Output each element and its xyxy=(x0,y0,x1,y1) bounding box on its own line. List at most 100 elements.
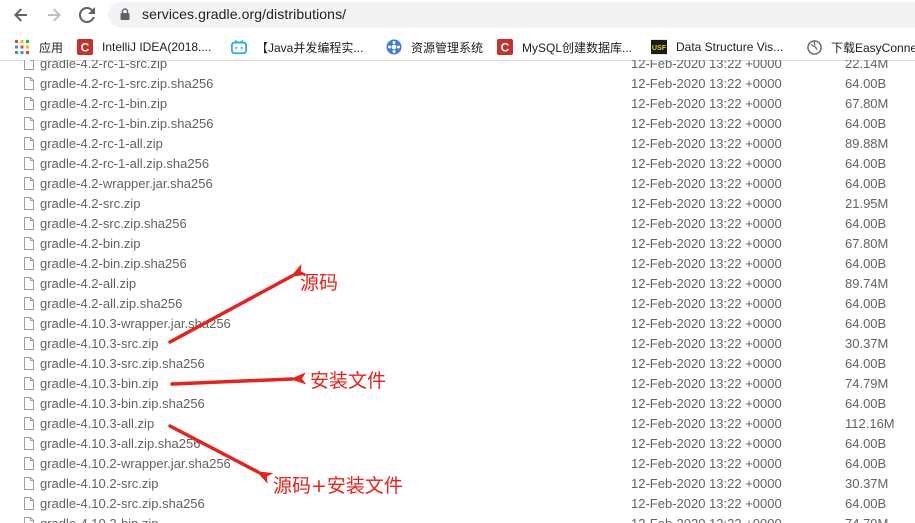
red-c-icon: C xyxy=(77,39,93,55)
file-size: 89.88M xyxy=(845,136,889,151)
file-link[interactable]: gradle-4.2-all.zip xyxy=(40,276,136,291)
file-icon xyxy=(24,177,34,190)
bookmark-easyconnect[interactable]: 下载EasyConne xyxy=(806,38,915,56)
file-icon xyxy=(24,457,34,470)
file-row: gradle-4.10.2-bin.zip 12-Feb-2020 13:22 +… xyxy=(0,514,915,523)
address-bar[interactable]: services.gradle.org/distributions/ xyxy=(108,2,915,28)
file-link[interactable]: gradle-4.10.3-all.zip xyxy=(40,416,154,431)
file-icon xyxy=(24,437,34,450)
file-link[interactable]: gradle-4.2-rc-1-bin.zip.sha256 xyxy=(40,116,213,131)
file-link[interactable]: gradle-4.2-all.zip.sha256 xyxy=(40,296,182,311)
file-link[interactable]: gradle-4.10.3-all.zip.sha256 xyxy=(40,436,200,451)
bookmark-intellij[interactable]: C IntelliJ IDEA(2018.... xyxy=(77,38,211,56)
file-link[interactable]: gradle-4.10.3-src.zip.sha256 xyxy=(40,356,205,371)
file-icon xyxy=(24,397,34,410)
file-size: 30.37M xyxy=(845,336,889,351)
bookmark-data-structure-vis[interactable]: USF Data Structure Vis... xyxy=(651,38,783,56)
file-date: 12-Feb-2020 13:22 +0000 xyxy=(631,116,782,131)
file-link[interactable]: gradle-4.10.2-src.zip.sha256 xyxy=(40,496,205,511)
file-link[interactable]: gradle-4.10.3-bin.zip xyxy=(40,376,159,391)
back-arrow-icon[interactable] xyxy=(10,4,32,26)
bookmark-apps[interactable]: 应用 xyxy=(14,38,63,56)
bookmark-label: 应用 xyxy=(39,40,64,55)
file-link[interactable]: gradle-4.10.2-src.zip xyxy=(40,476,159,491)
file-link[interactable]: gradle-4.2-rc-1-src.zip.sha256 xyxy=(40,76,213,91)
file-link[interactable]: gradle-4.2-bin.zip xyxy=(40,236,140,251)
file-size: 64.00B xyxy=(845,456,887,471)
file-date: 12-Feb-2020 13:22 +0000 xyxy=(631,196,782,211)
file-size: 64.00B xyxy=(845,176,887,191)
file-link[interactable]: gradle-4.2-rc-1-all.zip xyxy=(40,136,163,151)
bilibili-icon xyxy=(231,39,247,55)
file-row: gradle-4.10.3-wrapper.jar.sha256 12-Feb-2… xyxy=(0,314,915,334)
file-date: 12-Feb-2020 13:22 +0000 xyxy=(631,376,782,391)
file-size: 64.00B xyxy=(845,116,887,131)
file-link[interactable]: gradle-4.10.2-wrapper.jar.sha256 xyxy=(40,456,231,471)
svg-text:C: C xyxy=(501,41,510,55)
red-c-icon: C xyxy=(497,39,513,55)
file-link[interactable]: gradle-4.2-rc-1-all.zip.sha256 xyxy=(40,156,209,171)
file-icon xyxy=(24,377,34,390)
file-row: gradle-4.10.2-wrapper.jar.sha256 12-Feb-2… xyxy=(0,454,915,474)
file-size: 64.00B xyxy=(845,156,887,171)
bookmark-resource-system[interactable]: 资源管理系统 xyxy=(386,38,483,56)
file-row: gradle-4.2-wrapper.jar.sha256 12-Feb-2020… xyxy=(0,174,915,194)
reload-icon[interactable] xyxy=(76,4,98,26)
file-link[interactable]: gradle-4.10.3-wrapper.jar.sha256 xyxy=(40,316,231,331)
file-date: 12-Feb-2020 13:22 +0000 xyxy=(631,416,782,431)
file-size: 67.80M xyxy=(845,236,889,251)
file-date: 12-Feb-2020 13:22 +0000 xyxy=(631,296,782,311)
file-date: 12-Feb-2020 13:22 +0000 xyxy=(631,336,782,351)
annotation-source-label: 源码 xyxy=(300,272,339,294)
file-date: 12-Feb-2020 13:22 +0000 xyxy=(631,316,782,331)
file-link[interactable]: gradle-4.2-rc-1-src.zip xyxy=(40,60,167,71)
file-size: 22.14M xyxy=(845,60,889,71)
file-row: gradle-4.2-src.zip.sha256 12-Feb-2020 13:… xyxy=(0,214,915,234)
file-link[interactable]: gradle-4.2-wrapper.jar.sha256 xyxy=(40,176,213,191)
file-link[interactable]: gradle-4.10.3-bin.zip.sha256 xyxy=(40,396,205,411)
bookmarks-bar: 应用 C IntelliJ IDEA(2018.... 【Java并发编程实..… xyxy=(0,32,915,61)
file-date: 12-Feb-2020 13:22 +0000 xyxy=(631,236,782,251)
file-row: gradle-4.2-rc-1-bin.zip.sha256 12-Feb-202… xyxy=(0,114,915,134)
file-date: 12-Feb-2020 13:22 +0000 xyxy=(631,396,782,411)
annotation-source-install-label: 源码+安装文件 xyxy=(273,475,403,497)
file-link[interactable]: gradle-4.10.2-bin.zip xyxy=(40,516,159,523)
bookmark-label: Data Structure Vis... xyxy=(676,40,784,54)
forward-arrow-icon[interactable] xyxy=(43,4,65,26)
file-link[interactable]: gradle-4.2-bin.zip.sha256 xyxy=(40,256,187,271)
file-size: 64.00B xyxy=(845,76,887,91)
file-icon xyxy=(24,217,34,230)
file-icon xyxy=(24,77,34,90)
file-link[interactable]: gradle-4.2-src.zip.sha256 xyxy=(40,216,187,231)
svg-text:C: C xyxy=(81,41,90,55)
file-link[interactable]: gradle-4.10.3-src.zip xyxy=(40,336,159,351)
bookmark-label: 下载EasyConne xyxy=(831,40,915,55)
file-date: 12-Feb-2020 13:22 +0000 xyxy=(631,476,782,491)
file-size: 21.95M xyxy=(845,196,889,211)
file-link[interactable]: gradle-4.2-rc-1-bin.zip xyxy=(40,96,167,111)
file-link[interactable]: gradle-4.2-src.zip xyxy=(40,196,140,211)
file-row: gradle-4.10.3-all.zip 12-Feb-2020 13:22 +… xyxy=(0,414,915,434)
url-text[interactable]: services.gradle.org/distributions/ xyxy=(142,6,346,22)
file-icon xyxy=(24,477,34,490)
bookmark-mysql[interactable]: C MySQL创建数据库... xyxy=(497,38,632,56)
file-date: 12-Feb-2020 13:22 +0000 xyxy=(631,496,782,511)
file-icon xyxy=(24,137,34,150)
file-date: 12-Feb-2020 13:22 +0000 xyxy=(631,456,782,471)
bookmark-java-concurrency[interactable]: 【Java并发编程实... xyxy=(231,38,363,56)
file-size: 64.00B xyxy=(845,396,887,411)
file-icon xyxy=(24,337,34,350)
file-icon xyxy=(24,297,34,310)
lock-icon xyxy=(120,8,130,20)
file-row: gradle-4.10.3-bin.zip 12-Feb-2020 13:22 +… xyxy=(0,374,915,394)
file-row: gradle-4.2-rc-1-all.zip 12-Feb-2020 13:22… xyxy=(0,134,915,154)
file-date: 12-Feb-2020 13:22 +0000 xyxy=(631,176,782,191)
file-row: gradle-4.2-bin.zip.sha256 12-Feb-2020 13:… xyxy=(0,254,915,274)
file-row: gradle-4.2-rc-1-bin.zip 12-Feb-2020 13:22… xyxy=(0,94,915,114)
file-row: gradle-4.2-bin.zip 12-Feb-2020 13:22 +000… xyxy=(0,234,915,254)
file-icon xyxy=(24,97,34,110)
file-icon xyxy=(24,417,34,430)
file-icon xyxy=(24,237,34,250)
file-icon xyxy=(24,357,34,370)
file-row: gradle-4.10.2-src.zip 12-Feb-2020 13:22 +… xyxy=(0,474,915,494)
